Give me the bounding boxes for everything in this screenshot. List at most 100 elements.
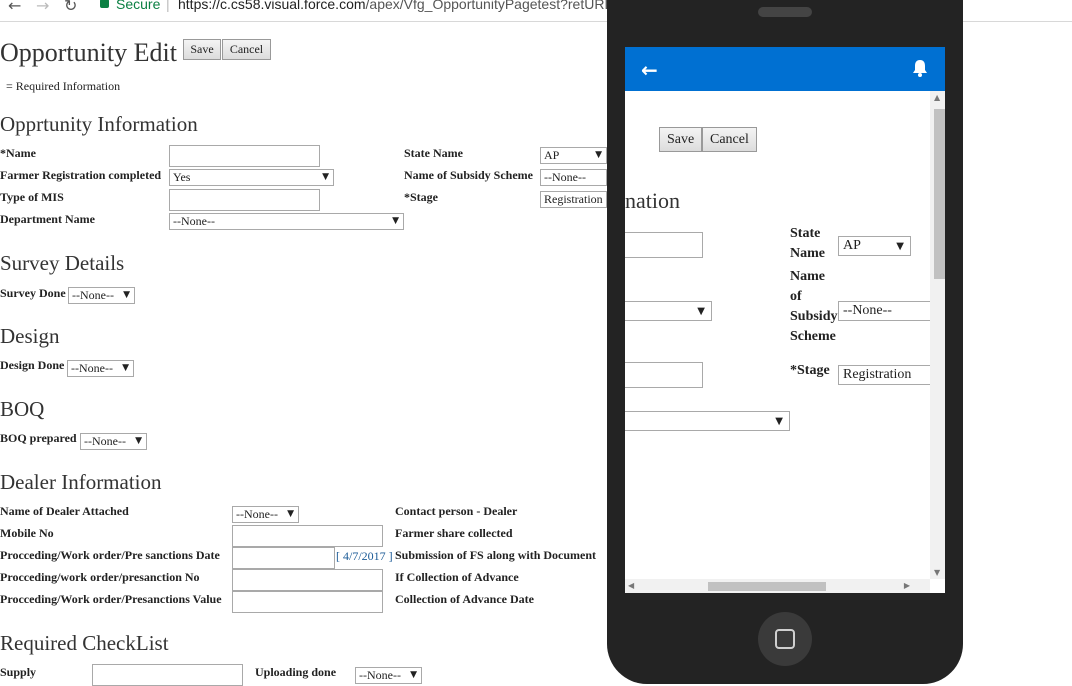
- survey-done-value: --None--: [72, 288, 114, 302]
- required-note: = Required Information: [6, 79, 121, 93]
- chevron-down-icon: ▼: [123, 290, 130, 300]
- collection-date-label: Collection of Advance Date: [395, 592, 534, 606]
- mobile-subsidy-scheme-select[interactable]: --None--: [838, 301, 933, 321]
- mobile-no-label: Mobile No: [0, 526, 54, 540]
- mobile-subsidy-line: Scheme: [790, 329, 836, 344]
- scroll-down-icon[interactable]: ▼: [934, 568, 940, 577]
- section-design: Design: [0, 324, 60, 348]
- mobile-save-button[interactable]: Save: [659, 127, 703, 152]
- section-survey-details: Survey Details: [0, 251, 125, 275]
- mobile-no-input[interactable]: [232, 525, 383, 547]
- dealer-attached-label: Name of Dealer Attached: [0, 504, 129, 518]
- mobile-state-name-value: AP: [843, 238, 861, 253]
- presanction-no-label: Procceding/work order/presanction No: [0, 570, 200, 584]
- chevron-down-icon: ▼: [697, 306, 705, 317]
- pre-sanction-date-input[interactable]: [232, 547, 335, 569]
- forward-arrow-icon[interactable]: →: [36, 0, 49, 15]
- horizontal-scroll-thumb[interactable]: [708, 582, 826, 591]
- chevron-down-icon: ▼: [322, 172, 329, 182]
- cancel-button[interactable]: Cancel: [222, 39, 271, 60]
- section-dealer-info: Dealer Information: [0, 470, 162, 494]
- type-of-mis-label: Type of MIS: [0, 190, 64, 204]
- secure-indicator[interactable]: Secure: [100, 0, 160, 12]
- reload-icon[interactable]: ↻: [64, 0, 77, 15]
- bell-icon[interactable]: [911, 58, 929, 78]
- state-name-value: AP: [544, 148, 560, 162]
- page-title: Opportunity Edit: [0, 38, 177, 67]
- submission-fs-label: Submission of FS along with Document: [395, 548, 597, 562]
- today-date-link[interactable]: [ 4/7/2017 ]: [336, 549, 393, 564]
- state-name-label: State Name: [404, 146, 463, 160]
- survey-done-select[interactable]: --None-- ▼: [68, 287, 135, 304]
- vertical-scroll-thumb[interactable]: [934, 109, 945, 279]
- supply-label: Supply: [0, 665, 37, 679]
- mobile-name-input[interactable]: [625, 232, 703, 258]
- presanction-no-input[interactable]: [232, 569, 383, 591]
- scroll-right-icon[interactable]: ▶: [904, 581, 910, 590]
- mobile-stage-select[interactable]: Registration: [838, 365, 933, 385]
- farmer-share-label: Farmer share collected: [395, 526, 513, 540]
- stage-select[interactable]: Registration: [540, 191, 607, 208]
- boq-prepared-select[interactable]: --None-- ▼: [80, 433, 147, 450]
- phone-speaker: [758, 7, 812, 17]
- address-bar[interactable]: https://c.cs58.visual.force.com/apex/Vfg…: [178, 0, 620, 12]
- presanction-value-input[interactable]: [232, 591, 383, 613]
- mobile-subsidy-line: of: [790, 289, 802, 304]
- mobile-state-name-line: State: [790, 226, 821, 241]
- department-label: Department Name: [0, 212, 95, 226]
- back-arrow-icon[interactable]: ←: [8, 0, 21, 15]
- survey-done-label: Survey Done: [0, 286, 66, 300]
- department-select[interactable]: --None-- ▼: [169, 213, 404, 230]
- mobile-app-bar: ←: [625, 47, 945, 91]
- subsidy-scheme-value: --None--: [544, 170, 586, 184]
- secure-label: Secure: [116, 0, 161, 12]
- stage-label: *Stage: [404, 190, 438, 204]
- uploading-done-label: Uploading done: [255, 665, 337, 679]
- mobile-cancel-button[interactable]: Cancel: [702, 127, 757, 152]
- back-arrow-icon[interactable]: ←: [641, 58, 658, 82]
- chevron-down-icon: ▼: [287, 509, 294, 519]
- mobile-state-name-line: Name: [790, 246, 825, 261]
- farmer-registration-value: Yes: [173, 170, 191, 184]
- phone-screen: ← Save Cancel nation State Name AP ▼ ▼ Na…: [625, 47, 945, 593]
- mobile-subsidy-line: Name: [790, 269, 825, 284]
- farmer-registration-select[interactable]: Yes ▼: [169, 169, 334, 186]
- mobile-stage-label: *Stage: [790, 363, 830, 378]
- name-input[interactable]: [169, 145, 320, 167]
- mobile-subsidy-scheme-label: Name of Subsidy Scheme: [790, 267, 837, 347]
- supply-input[interactable]: [92, 664, 243, 686]
- scroll-up-icon[interactable]: ▲: [934, 93, 940, 102]
- mobile-department-select[interactable]: ▼: [625, 411, 790, 431]
- state-name-select[interactable]: AP ▼: [540, 147, 607, 164]
- design-done-label: Design Done: [0, 358, 65, 372]
- home-square-icon: [775, 629, 795, 649]
- type-of-mis-input[interactable]: [169, 189, 320, 211]
- save-button[interactable]: Save: [183, 39, 221, 60]
- dealer-attached-select[interactable]: --None-- ▼: [232, 506, 299, 523]
- mobile-state-name-select[interactable]: AP ▼: [838, 236, 911, 256]
- mobile-farmer-registration-select[interactable]: ▼: [625, 301, 712, 321]
- if-collection-label: If Collection of Advance: [395, 570, 519, 584]
- url-host: https://c.cs58.visual.force.com: [178, 0, 366, 12]
- chevron-down-icon: ▼: [135, 436, 142, 446]
- design-done-select[interactable]: --None-- ▼: [67, 360, 134, 377]
- contact-person-label: Contact person - Dealer: [395, 504, 518, 518]
- phone-home-button[interactable]: [758, 612, 812, 666]
- section-boq: BOQ: [0, 397, 45, 421]
- mobile-type-of-mis-input[interactable]: [625, 362, 703, 388]
- dealer-attached-value: --None--: [236, 507, 278, 521]
- scroll-left-icon[interactable]: ◀: [628, 581, 634, 590]
- horizontal-scrollbar[interactable]: ◀ ▶: [625, 579, 930, 593]
- uploading-done-value: --None--: [359, 668, 401, 682]
- url-separator: |: [166, 0, 170, 12]
- mobile-state-name-label: State Name: [790, 224, 825, 264]
- design-done-value: --None--: [71, 361, 113, 375]
- vertical-scrollbar[interactable]: ▲ ▼: [930, 91, 945, 579]
- lock-icon: [100, 0, 109, 8]
- chevron-down-icon: ▼: [392, 216, 399, 226]
- phone-frame: ← Save Cancel nation State Name AP ▼ ▼ Na…: [607, 0, 963, 684]
- subsidy-scheme-select[interactable]: --None--: [540, 169, 607, 186]
- uploading-done-select[interactable]: --None-- ▼: [355, 667, 422, 684]
- section-opportunity-info: Opprtunity Information: [0, 112, 198, 136]
- boq-prepared-value: --None--: [84, 434, 126, 448]
